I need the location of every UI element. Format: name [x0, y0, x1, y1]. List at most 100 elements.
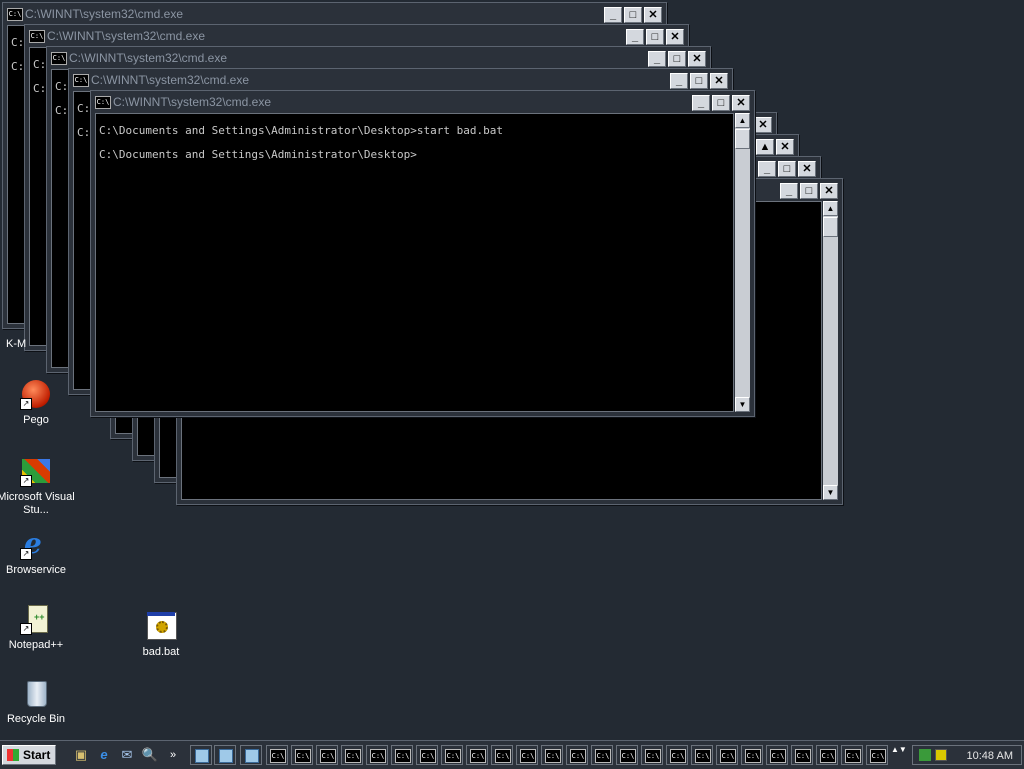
maximize-button[interactable]: □ — [800, 183, 818, 199]
title-bar[interactable]: C:\ C:\WINNT\system32\cmd.exe _ □ ✕ — [27, 27, 686, 45]
title-bar[interactable]: C:\ C:\WINNT\system32\cmd.exe _ □ ✕ — [49, 49, 708, 67]
taskbar-cmd-button[interactable]: C:\ — [541, 745, 563, 765]
taskbar-cmd-button[interactable]: C:\ — [741, 745, 763, 765]
taskbar-cmd-button[interactable]: C:\ — [766, 745, 788, 765]
minimize-button[interactable]: _ — [626, 29, 644, 45]
taskbar-cmd-button[interactable]: C:\ — [441, 745, 463, 765]
taskbar-cmd-button[interactable]: C:\ — [366, 745, 388, 765]
console-prompt: C: — [77, 102, 91, 115]
scroll-down-button[interactable]: ▼ — [735, 397, 750, 412]
close-button[interactable]: ✕ — [688, 51, 706, 67]
console-prompt: C: — [55, 80, 69, 93]
title-bar[interactable]: C:\ C:\WINNT\system32\cmd.exe _ □ ✕ — [5, 5, 664, 23]
quicklaunch-overflow-button[interactable]: » — [164, 746, 182, 764]
visual-studio-icon: ↗ — [20, 455, 52, 487]
taskbar-scroll-buttons[interactable]: ▲▼ — [891, 745, 907, 765]
title-bar[interactable]: C:\ C:\WINNT\system32\cmd.exe _ □ ✕ — [71, 71, 730, 89]
taskbar-cmd-button[interactable]: C:\ — [266, 745, 288, 765]
taskbar-cmd-button[interactable]: C:\ — [291, 745, 313, 765]
close-button[interactable]: ✕ — [666, 29, 684, 45]
minimize-button[interactable]: _ — [670, 73, 688, 89]
show-desktop-icon[interactable]: ▣ — [72, 746, 90, 764]
title-bar[interactable]: C:\ C:\WINNT\system32\cmd.exe _ □ ✕ — [93, 93, 752, 111]
browser-icon[interactable]: e — [95, 746, 113, 764]
window-title: C:\WINNT\system32\cmd.exe — [113, 95, 272, 109]
maximize-button[interactable]: □ — [690, 73, 708, 89]
desktop-icon-recycle-bin[interactable]: Recycle Bin — [0, 677, 76, 726]
taskbar-cmd-button[interactable]: C:\ — [791, 745, 813, 765]
notepad-plus-plus-icon: ++ ↗ — [20, 603, 52, 635]
close-button[interactable]: ✕ — [776, 139, 794, 155]
maximize-button[interactable]: □ — [646, 29, 664, 45]
close-button[interactable]: ✕ — [710, 73, 728, 89]
pego-icon: ↗ — [20, 378, 52, 410]
taskbar-cmd-button[interactable]: C:\ — [866, 745, 888, 765]
scroll-thumb[interactable] — [823, 217, 838, 237]
taskbar-cmd-button[interactable]: C:\ — [566, 745, 588, 765]
maximize-button[interactable]: □ — [712, 95, 730, 111]
desktop-icon-notepad-plus-plus[interactable]: ++ ↗ Notepad++ — [0, 603, 76, 652]
network-icon[interactable] — [919, 749, 931, 761]
desktop-icon-label: Browservice — [6, 564, 66, 576]
vertical-scrollbar[interactable]: ▲ ▼ — [823, 201, 838, 500]
close-button[interactable]: ✕ — [644, 7, 662, 23]
tray-app-icon[interactable] — [935, 749, 947, 761]
minimize-button[interactable]: _ — [692, 95, 710, 111]
scroll-up-button[interactable]: ▲ — [735, 113, 750, 128]
taskbar-cmd-button[interactable]: C:\ — [666, 745, 688, 765]
minimize-button[interactable]: _ — [648, 51, 666, 67]
taskbar: Start ▣ e ✉ 🔍 » 10:48 AM C:\ C:\ C:\ C:\ C:\… — [0, 740, 1024, 769]
minimize-button[interactable]: _ — [604, 7, 622, 23]
desktop-icon-label: Pego — [23, 414, 49, 426]
console-icon: C:\ — [295, 749, 311, 763]
desktop-icon-visual-studio[interactable]: ↗ Microsoft Visual Stu... — [0, 455, 76, 517]
taskbar-cmd-button[interactable]: C:\ — [491, 745, 513, 765]
close-button[interactable]: ✕ — [798, 161, 816, 177]
console-icon: C:\ — [495, 749, 511, 763]
console-icon: C:\ — [51, 52, 67, 65]
taskbar-cmd-button[interactable]: C:\ — [616, 745, 638, 765]
desktop-icon-label: Recycle Bin — [6, 713, 66, 725]
start-button[interactable]: Start — [2, 745, 56, 765]
taskbar-cmd-button[interactable]: C:\ — [341, 745, 363, 765]
taskbar-cmd-button[interactable]: C:\ — [591, 745, 613, 765]
close-button[interactable]: ✕ — [820, 183, 838, 199]
desktop-icon-browservice[interactable]: e ↗ Browservice — [0, 528, 76, 577]
scroll-up-button[interactable]: ▲ — [823, 201, 838, 216]
console-area[interactable]: C:\Documents and Settings\Administrator\… — [95, 113, 734, 412]
scroll-down-button[interactable]: ▼ — [823, 485, 838, 500]
taskbar-cmd-button[interactable]: C:\ — [841, 745, 863, 765]
maximize-button[interactable]: ▲ — [756, 139, 774, 155]
console-icon: C:\ — [745, 749, 761, 763]
maximize-button[interactable]: □ — [668, 51, 686, 67]
taskbar-cmd-button[interactable]: C:\ — [416, 745, 438, 765]
explorer-icon[interactable]: 🔍 — [141, 746, 159, 764]
minimize-button[interactable]: _ — [758, 161, 776, 177]
minimize-button[interactable]: _ — [780, 183, 798, 199]
taskbar-cmd-button[interactable]: C:\ — [691, 745, 713, 765]
taskbar-cmd-button[interactable]: C:\ — [466, 745, 488, 765]
taskbar-cmd-button[interactable]: C:\ — [316, 745, 338, 765]
desktop-icon-pego[interactable]: ↗ Pego — [0, 378, 76, 427]
taskbar-notepad-button[interactable] — [190, 745, 212, 765]
clock[interactable]: 10:48 AM — [967, 750, 1013, 762]
vertical-scrollbar[interactable]: ▲ ▼ — [735, 113, 750, 412]
maximize-button[interactable]: □ — [778, 161, 796, 177]
taskbar-cmd-button[interactable]: C:\ — [516, 745, 538, 765]
desktop-icon-bad-bat[interactable]: bad.bat — [121, 610, 201, 659]
console-prompt: C: — [11, 36, 25, 49]
desktop-icon-label: bad.bat — [142, 646, 180, 658]
taskbar-cmd-button[interactable]: C:\ — [816, 745, 838, 765]
taskbar-cmd-button[interactable]: C:\ — [716, 745, 738, 765]
console-icon: C:\ — [345, 749, 361, 763]
maximize-button[interactable]: □ — [624, 7, 642, 23]
outlook-icon[interactable]: ✉ — [118, 746, 136, 764]
taskbar-notepad-button[interactable] — [214, 745, 236, 765]
cmd-window-active[interactable]: C:\ C:\WINNT\system32\cmd.exe _ □ ✕ C:\D… — [90, 90, 755, 417]
taskbar-cmd-button[interactable]: C:\ — [641, 745, 663, 765]
close-button[interactable]: ✕ — [754, 117, 772, 133]
taskbar-notepad-button[interactable] — [240, 745, 262, 765]
taskbar-cmd-button[interactable]: C:\ — [391, 745, 413, 765]
close-button[interactable]: ✕ — [732, 95, 750, 111]
scroll-thumb[interactable] — [735, 129, 750, 149]
